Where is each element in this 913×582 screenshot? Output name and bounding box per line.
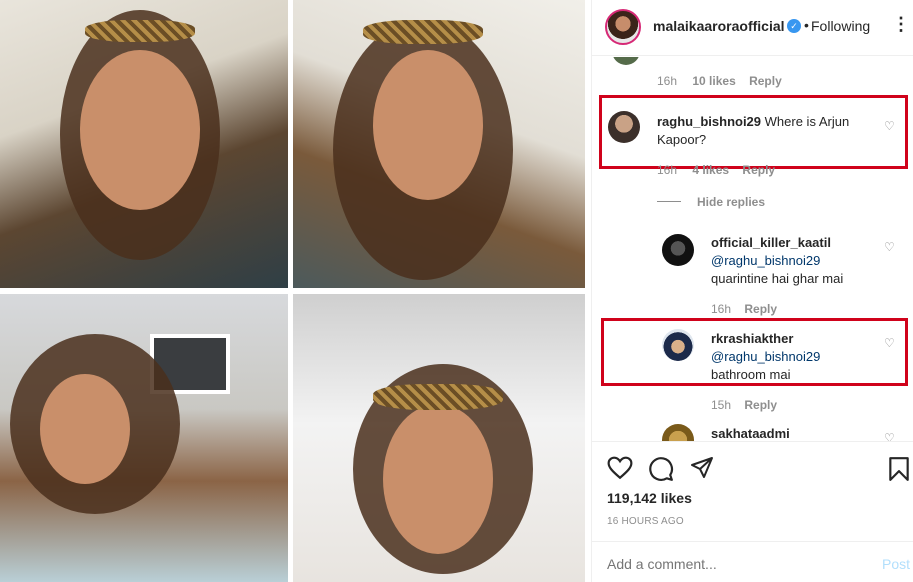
post-timestamp[interactable]: 16 HOURS AGO — [607, 516, 684, 527]
verified-icon: ✓ — [787, 19, 801, 33]
reply-button[interactable]: Reply — [744, 302, 777, 316]
comment-username[interactable]: official_killer_kaatil — [711, 234, 881, 252]
comment-username[interactable]: sakhataadmi — [711, 426, 790, 441]
comment-text: quarintine hai ghar mai — [711, 271, 844, 286]
comment-username[interactable]: raghu_bishnoi29 — [657, 114, 761, 129]
bookmark-icon[interactable] — [888, 456, 910, 482]
add-comment-bar: Post — [592, 541, 913, 582]
comment-time: 16h — [657, 163, 678, 177]
post-header: malaikaaroraofficial ✓ • Following ⋮ — [592, 0, 913, 56]
comment-input[interactable] — [607, 556, 847, 572]
comment-text: bathroom mai — [711, 367, 791, 382]
post-image[interactable] — [0, 0, 585, 582]
comment-meta: 16h 4 likes Reply — [657, 163, 775, 177]
comment-meta: 15h Reply — [711, 398, 777, 412]
share-icon[interactable] — [690, 456, 714, 480]
comment-meta: 16h Reply — [711, 302, 777, 316]
comment-likes[interactable]: 10 likes — [692, 74, 735, 88]
more-icon[interactable]: ⋮ — [892, 14, 910, 35]
reply-button[interactable]: Reply — [749, 74, 782, 88]
likes-count[interactable]: 119,142 likes — [607, 490, 692, 506]
comment-time: 15h — [711, 398, 732, 412]
heart-icon[interactable]: ♡ — [884, 240, 895, 254]
mention-link[interactable]: @raghu_bishnoi29 — [711, 348, 881, 366]
avatar[interactable] — [605, 9, 641, 45]
hide-replies-button[interactable]: Hide replies — [697, 195, 765, 209]
following-button[interactable]: Following — [811, 18, 870, 34]
comment-meta: 16h 10 likes Reply — [657, 74, 782, 88]
reply-button[interactable]: Reply — [742, 163, 775, 177]
comments-list[interactable]: 16h 10 likes Reply raghu_bishnoi29 Where… — [592, 57, 913, 441]
photo-top-left — [0, 0, 288, 288]
avatar — [612, 57, 640, 65]
comment-time: 16h — [711, 302, 732, 316]
avatar[interactable] — [608, 111, 640, 143]
post-side-panel: malaikaaroraofficial ✓ • Following ⋮ 16h… — [591, 0, 913, 582]
heart-icon[interactable]: ♡ — [884, 431, 895, 441]
comment-item: raghu_bishnoi29 Where is Arjun Kapoor? — [657, 113, 877, 149]
mention-link[interactable]: @raghu_bishnoi29 — [711, 252, 881, 270]
photo-bottom-left — [0, 294, 288, 582]
photo-bottom-right — [293, 294, 585, 582]
post-button[interactable]: Post — [882, 556, 910, 572]
avatar[interactable] — [662, 424, 694, 441]
comment-likes[interactable]: 4 likes — [692, 163, 729, 177]
reply-button[interactable]: Reply — [744, 398, 777, 412]
comment-time: 16h — [657, 74, 678, 88]
heart-icon[interactable]: ♡ — [884, 336, 895, 350]
reply-item: official_killer_kaatil @raghu_bishnoi29 … — [711, 234, 881, 288]
avatar[interactable] — [662, 329, 694, 361]
heart-icon[interactable]: ♡ — [884, 119, 895, 133]
comment-username[interactable]: rkrashiakther — [711, 330, 881, 348]
avatar[interactable] — [662, 234, 694, 266]
post-actions: 119,142 likes 16 HOURS AGO Post — [592, 441, 913, 582]
header-username[interactable]: malaikaaroraofficial — [653, 18, 785, 34]
separator: • — [804, 17, 809, 33]
comment-icon[interactable] — [648, 456, 674, 482]
divider — [657, 201, 681, 202]
photo-top-right — [293, 0, 585, 288]
reply-item: rkrashiakther @raghu_bishnoi29 bathroom … — [711, 330, 881, 384]
heart-icon[interactable] — [607, 456, 633, 480]
